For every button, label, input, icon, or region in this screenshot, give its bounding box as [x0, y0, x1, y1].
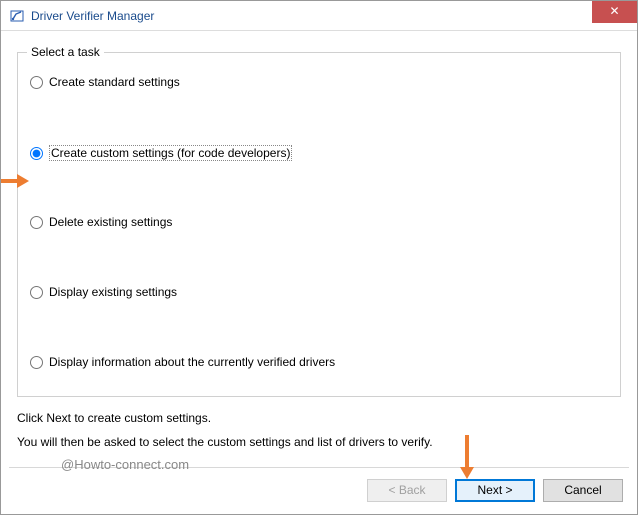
radio-input-info[interactable]: [30, 356, 43, 369]
radio-display-existing[interactable]: Display existing settings: [30, 285, 177, 299]
radio-input-standard[interactable]: [30, 76, 43, 89]
radio-label-display: Display existing settings: [49, 285, 177, 299]
radio-label-custom: Create custom settings (for code develop…: [49, 145, 292, 161]
radio-label-standard: Create standard settings: [49, 75, 180, 89]
watermark-text: @Howto-connect.com: [61, 457, 189, 472]
annotation-arrow-down: [459, 435, 475, 481]
annotation-arrow-left: [1, 173, 31, 189]
radio-input-delete[interactable]: [30, 216, 43, 229]
radio-create-custom[interactable]: Create custom settings (for code develop…: [30, 145, 292, 161]
content-area: Select a task Create standard settings C…: [1, 31, 637, 449]
close-button[interactable]: ✕: [592, 1, 637, 23]
titlebar: Driver Verifier Manager ✕: [1, 1, 637, 31]
task-groupbox: Select a task Create standard settings C…: [17, 52, 621, 397]
radio-label-info: Display information about the currently …: [49, 355, 335, 369]
app-icon: [9, 8, 25, 24]
radio-label-delete: Delete existing settings: [49, 215, 172, 229]
info-line-2: You will then be asked to select the cus…: [17, 435, 621, 449]
window-frame: Driver Verifier Manager ✕ Select a task …: [0, 0, 638, 515]
button-row: < Back Next > Cancel: [367, 479, 623, 502]
radio-input-display[interactable]: [30, 286, 43, 299]
next-button[interactable]: Next >: [455, 479, 535, 502]
radio-input-custom[interactable]: [30, 147, 43, 160]
cancel-button[interactable]: Cancel: [543, 479, 623, 502]
info-line-1: Click Next to create custom settings.: [17, 411, 621, 425]
radio-display-info[interactable]: Display information about the currently …: [30, 355, 335, 369]
window-title: Driver Verifier Manager: [31, 9, 154, 23]
close-icon: ✕: [609, 4, 619, 18]
radio-delete-existing[interactable]: Delete existing settings: [30, 215, 172, 229]
info-area: Click Next to create custom settings. Yo…: [17, 411, 621, 449]
back-button: < Back: [367, 479, 447, 502]
radio-create-standard[interactable]: Create standard settings: [30, 75, 180, 89]
groupbox-legend: Select a task: [27, 45, 104, 59]
